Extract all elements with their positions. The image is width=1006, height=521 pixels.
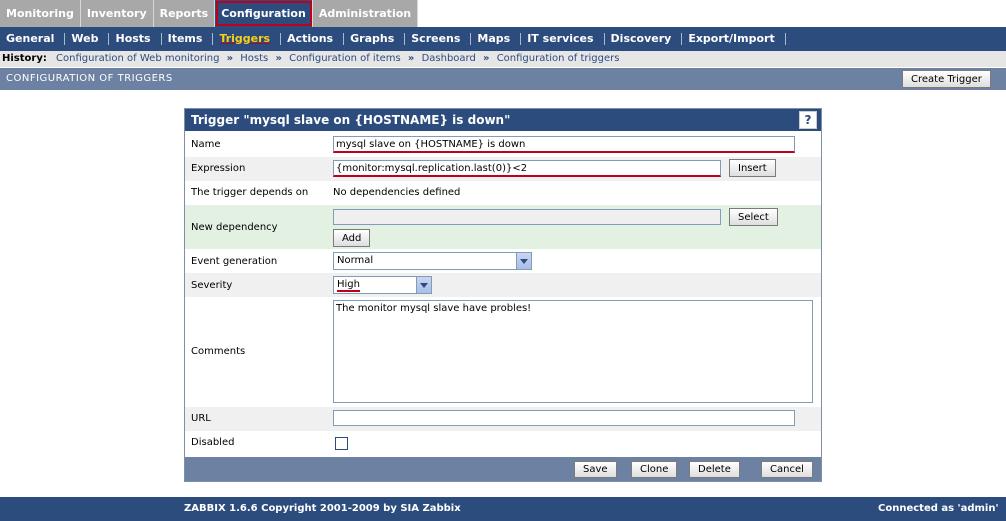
- event-generation-select[interactable]: Normal: [333, 252, 532, 270]
- main-nav: Monitoring Inventory Reports Configurati…: [0, 0, 419, 27]
- form-footer: Save Clone Delete Cancel: [185, 457, 821, 481]
- chevron-down-icon: [516, 253, 531, 269]
- breadcrumb-web-monitoring[interactable]: Configuration of Web monitoring: [56, 53, 219, 64]
- subtab-maps[interactable]: Maps: [471, 33, 522, 45]
- form-title-text: Trigger "mysql slave on {HOSTNAME} is do…: [191, 113, 511, 127]
- severity-row: Severity High: [185, 273, 821, 297]
- disabled-row: Disabled: [185, 431, 821, 455]
- breadcrumb-separator-icon: »: [483, 53, 490, 64]
- add-button[interactable]: Add: [333, 229, 371, 247]
- top-bar: Monitoring Inventory Reports Configurati…: [0, 0, 1006, 27]
- breadcrumb: History: Configuration of Web monitoring…: [0, 51, 1006, 67]
- sub-nav: General Web Hosts Items Triggers Actions…: [0, 27, 1006, 51]
- main-tab-administration[interactable]: Administration: [312, 0, 419, 27]
- depends-value: No dependencies defined: [333, 187, 461, 198]
- breadcrumb-separator-icon: »: [407, 53, 415, 64]
- severity-select[interactable]: High: [333, 276, 432, 294]
- subtab-graphs[interactable]: Graphs: [344, 33, 406, 45]
- event-generation-value: Normal: [337, 255, 374, 266]
- connected-user-text: Connected as 'admin': [878, 503, 999, 514]
- subtab-actions[interactable]: Actions: [281, 33, 345, 45]
- event-generation-row: Event generation Normal: [185, 249, 821, 273]
- clone-button[interactable]: Clone: [631, 461, 678, 478]
- select-button[interactable]: Select: [729, 208, 778, 226]
- depends-row: The trigger depends on No dependencies d…: [185, 181, 821, 205]
- breadcrumb-hosts[interactable]: Hosts: [240, 53, 268, 64]
- page-header: CONFIGURATION OF TRIGGERS: [0, 68, 1006, 90]
- disabled-checkbox[interactable]: [335, 437, 348, 450]
- disabled-label: Disabled: [191, 437, 235, 448]
- subtab-general[interactable]: General: [0, 33, 66, 45]
- name-row: Name: [185, 133, 821, 157]
- history-label: History:: [2, 53, 47, 64]
- main-tab-reports[interactable]: Reports: [153, 0, 216, 27]
- subtab-items[interactable]: Items: [162, 33, 214, 45]
- insert-button[interactable]: Insert: [729, 159, 776, 177]
- breadcrumb-items[interactable]: Configuration of items: [289, 53, 401, 64]
- event-generation-label: Event generation: [191, 256, 278, 267]
- url-input[interactable]: [333, 410, 795, 426]
- name-input[interactable]: [333, 136, 795, 153]
- cancel-button[interactable]: Cancel: [761, 461, 813, 478]
- comments-textarea[interactable]: The monitor mysql slave have probles!: [333, 300, 813, 403]
- main-tab-configuration[interactable]: Configuration: [215, 0, 313, 27]
- subtab-discovery[interactable]: Discovery: [605, 33, 683, 45]
- expression-row: Expression Insert: [185, 157, 821, 181]
- severity-value: High: [337, 279, 360, 292]
- form-title: Trigger "mysql slave on {HOSTNAME} is do…: [185, 109, 821, 131]
- save-button[interactable]: Save: [574, 461, 617, 478]
- chevron-down-icon: [416, 277, 431, 293]
- breadcrumb-separator-icon: »: [275, 53, 282, 64]
- copyright-text: ZABBIX 1.6.6 Copyright 2001-2009 by SIA …: [184, 503, 461, 514]
- main-tab-inventory[interactable]: Inventory: [80, 0, 154, 27]
- expression-input[interactable]: [333, 160, 721, 177]
- url-row: URL: [185, 407, 821, 431]
- new-dependency-input[interactable]: [333, 209, 721, 225]
- page-title: CONFIGURATION OF TRIGGERS: [6, 73, 173, 84]
- footer-bar: ZABBIX 1.6.6 Copyright 2001-2009 by SIA …: [0, 497, 1006, 521]
- delete-button[interactable]: Delete: [689, 461, 740, 478]
- severity-label: Severity: [191, 280, 233, 291]
- comments-label: Comments: [191, 346, 246, 357]
- subtab-triggers[interactable]: Triggers: [213, 33, 282, 45]
- trigger-form: Trigger "mysql slave on {HOSTNAME} is do…: [184, 108, 822, 482]
- subtab-screens[interactable]: Screens: [405, 33, 472, 45]
- breadcrumb-separator-icon: »: [226, 53, 234, 64]
- create-trigger-button[interactable]: Create Trigger: [902, 70, 991, 88]
- depends-label: The trigger depends on: [191, 187, 309, 198]
- subtab-it-services[interactable]: IT services: [521, 33, 605, 45]
- url-label: URL: [191, 413, 211, 424]
- breadcrumb-triggers[interactable]: Configuration of triggers: [497, 53, 620, 64]
- expression-label: Expression: [191, 163, 246, 174]
- subtab-hosts[interactable]: Hosts: [109, 33, 162, 45]
- breadcrumb-dashboard[interactable]: Dashboard: [422, 53, 476, 64]
- new-dependency-label: New dependency: [191, 222, 278, 233]
- subtab-export-import[interactable]: Export/Import: [682, 33, 786, 45]
- new-dependency-row: New dependency Select Add: [185, 205, 821, 249]
- main-tab-monitoring[interactable]: Monitoring: [0, 0, 81, 27]
- comments-row: Comments The monitor mysql slave have pr…: [185, 297, 821, 405]
- help-icon[interactable]: ?: [799, 111, 817, 129]
- name-label: Name: [191, 139, 221, 150]
- subtab-web[interactable]: Web: [65, 33, 110, 45]
